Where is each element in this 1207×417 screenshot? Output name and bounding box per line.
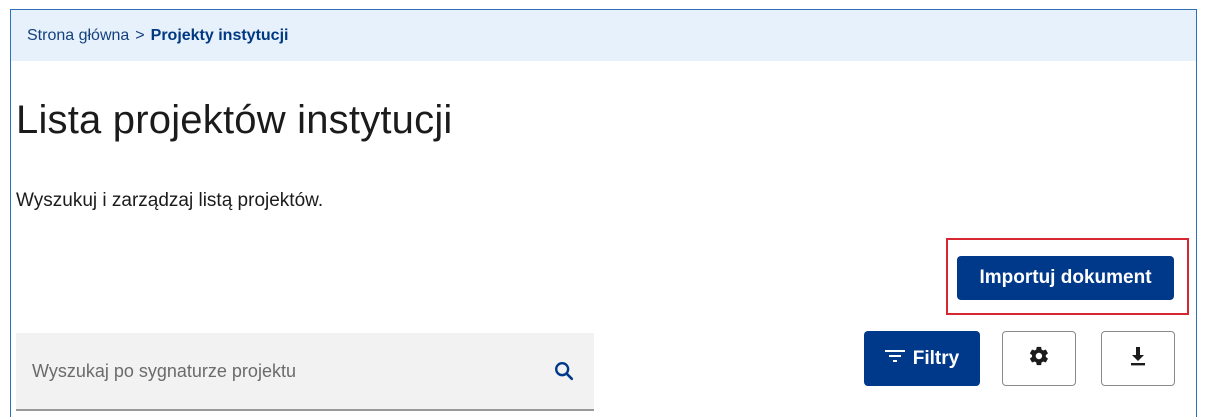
gear-icon xyxy=(1028,345,1050,372)
import-document-button[interactable]: Importuj dokument xyxy=(957,256,1174,300)
download-icon xyxy=(1128,345,1148,372)
filter-lines-icon xyxy=(884,348,905,370)
breadcrumb-home-link[interactable]: Strona główna xyxy=(27,27,129,45)
settings-button[interactable] xyxy=(1002,331,1076,386)
search-field[interactable]: Wyszukaj po sygnaturze projektu xyxy=(16,333,594,411)
page-description: Wyszukuj i zarządzaj listą projektów. xyxy=(16,190,324,211)
page-title: Lista projektów instytucji xyxy=(16,98,453,142)
filters-button[interactable]: Filtry xyxy=(864,331,980,386)
search-icon[interactable] xyxy=(534,360,594,382)
breadcrumb-separator: > xyxy=(135,26,145,44)
breadcrumb-current: Projekty instytucji xyxy=(150,26,289,44)
filters-label: Filtry xyxy=(912,347,960,369)
download-button[interactable] xyxy=(1101,331,1175,386)
breadcrumb: Strona główna > Projekty instytucji xyxy=(11,10,1196,61)
search-input[interactable]: Wyszukaj po sygnaturze projektu xyxy=(32,361,534,382)
